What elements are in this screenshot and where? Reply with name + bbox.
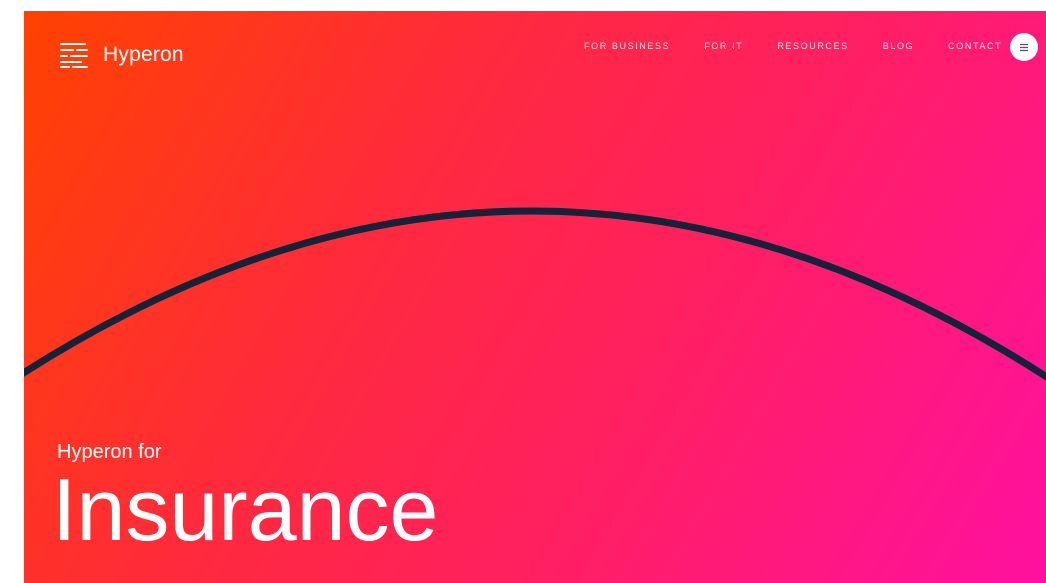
nav-for-business[interactable]: FOR BUSINESS	[584, 41, 670, 51]
hero-title: Insurance	[52, 460, 439, 559]
brand-name: Hyperon	[103, 43, 184, 66]
hero-section: Hyperon FOR BUSINESS FOR IT RESOURCES BL…	[24, 11, 1046, 583]
main-nav: FOR BUSINESS FOR IT RESOURCES BLOG CONTA…	[584, 41, 1036, 51]
nav-resources[interactable]: RESOURCES	[777, 41, 848, 51]
nav-for-it[interactable]: FOR IT	[704, 41, 743, 51]
nav-blog[interactable]: BLOG	[883, 41, 914, 51]
hamburger-menu-icon	[1020, 43, 1028, 51]
menu-button[interactable]	[1010, 33, 1038, 61]
logo-lines-icon	[60, 43, 88, 68]
brand-logo[interactable]: Hyperon	[59, 41, 184, 69]
nav-contact[interactable]: CONTACT	[948, 41, 1002, 51]
